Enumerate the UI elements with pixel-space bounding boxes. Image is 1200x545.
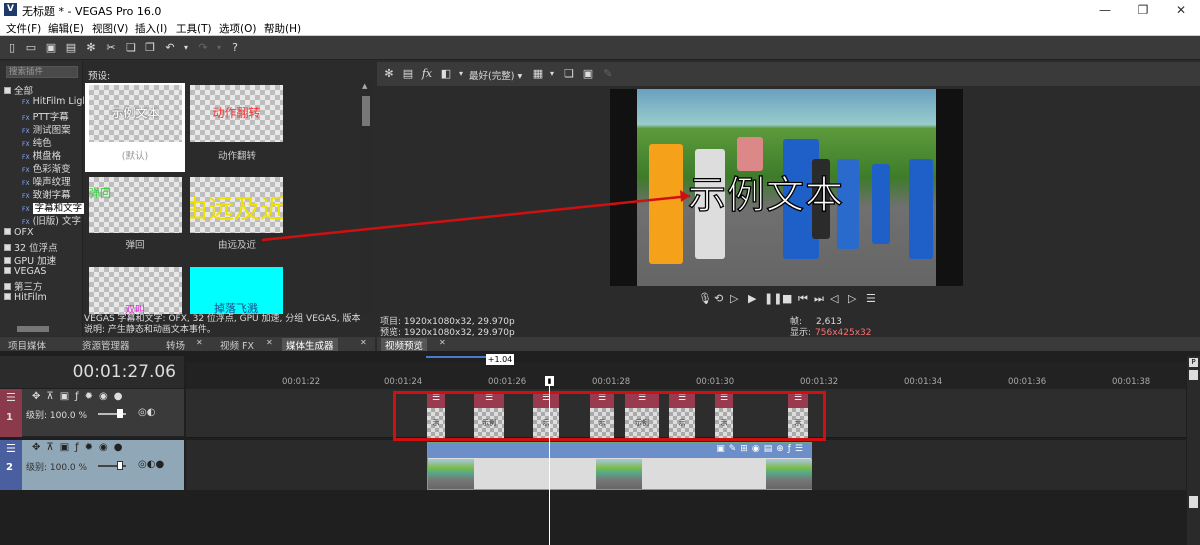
ruler-label: 00:01:24 [384, 377, 423, 387]
playback-rate[interactable]: +1.04 [486, 354, 514, 365]
preview-dock-tabs: 视频预览 ✕ [377, 337, 1200, 352]
track-scroll-button[interactable]: P [1189, 358, 1198, 367]
loop-region-bar[interactable] [426, 356, 486, 358]
ruler-label: 00:01:26 [488, 377, 527, 387]
scroll-top-button[interactable] [1189, 370, 1198, 380]
video-event-clip[interactable]: ▣✎⊞◉▤⊕ƒ☰ [427, 442, 812, 490]
frame-label: 帧: [790, 317, 803, 327]
track-2-level-thumb[interactable] [117, 461, 123, 470]
ruler-label: 00:01:36 [1008, 377, 1047, 387]
transport-controls: 🎙 ⟲ ▷ ▶ ❚❚ ■ ⏮ ⏭ ◁ ▷ ☰ [690, 292, 890, 308]
track-1-level-thumb[interactable] [117, 409, 123, 418]
track-number-2: 2 [6, 462, 13, 473]
track-menu-icon[interactable]: ☰ [6, 442, 16, 455]
playhead-cursor[interactable] [549, 377, 550, 545]
ruler-label: 00:01:28 [592, 377, 631, 387]
stop-icon[interactable]: ■ [782, 292, 792, 305]
transport-menu-icon[interactable]: ☰ [866, 292, 876, 305]
project-format: 项目: 1920x1080x32, 29.970p [380, 317, 515, 327]
track-1-tool-icons[interactable]: ✥⊼▣ƒ✹◉● [32, 391, 129, 402]
loop-icon[interactable]: ⟲ [714, 292, 723, 305]
ruler-label: 00:01:22 [282, 377, 321, 387]
prev-frame-icon[interactable]: ◁ [830, 292, 838, 305]
track-1-composite-icons[interactable]: ◎◐ [138, 407, 155, 418]
track-2-composite-icons[interactable]: ◎◐● [138, 459, 164, 470]
track-2-tool-icons[interactable]: ✥⊼▣ƒ✹◉● [32, 442, 129, 453]
ruler-label: 00:01:32 [800, 377, 839, 387]
track-2-level: 级别: 100.0 % [26, 463, 88, 473]
play-from-start-icon[interactable]: ▷ [730, 292, 738, 305]
frame-value: 2,613 [816, 317, 842, 327]
ruler-label: 00:01:30 [696, 377, 735, 387]
video-thumbnail [766, 459, 812, 489]
video-clip-header[interactable]: ▣✎⊞◉▤⊕ƒ☰ [428, 443, 811, 458]
scroll-thumb[interactable] [1189, 496, 1198, 508]
tab-video-preview[interactable]: 视频预览 [381, 338, 428, 352]
play-icon[interactable]: ▶ [748, 292, 756, 305]
ruler-label: 00:01:38 [1112, 377, 1151, 387]
go-to-end-icon[interactable]: ⏭ [814, 292, 824, 306]
tab-close-icon[interactable]: ✕ [439, 338, 446, 347]
highlight-box [393, 391, 826, 441]
vegas-window: V 无标题 * - VEGAS Pro 16.0 — ❐ ✕ 文件(F) 编辑(… [0, 0, 1200, 545]
next-frame-icon[interactable]: ▷ [848, 292, 856, 305]
clip-fx-icons[interactable]: ▣✎⊞◉▤⊕ƒ☰ [716, 444, 807, 454]
playhead-marker[interactable]: ▮ [545, 376, 554, 386]
pause-icon[interactable]: ❚❚ [764, 292, 782, 305]
frame-info: 帧: 2,613 显示: 756x425x32 [790, 317, 872, 339]
go-to-start-icon[interactable]: ⏮ [798, 292, 808, 306]
record-icon[interactable]: 🎙 [698, 292, 712, 305]
project-info: 项目: 1920x1080x32, 29.970p 预览: 1920x1080x… [380, 317, 515, 339]
video-thumbnail [596, 459, 642, 489]
track-1-level: 级别: 100.0 % [26, 411, 88, 421]
timecode-display: 00:01:27.06 [0, 356, 184, 388]
video-thumbnail [428, 459, 474, 489]
track-number-1: 1 [6, 412, 13, 423]
track-menu-icon[interactable]: ☰ [6, 391, 16, 404]
timeline-vertical-scrollbar[interactable]: P [1187, 356, 1200, 545]
ruler-label: 00:01:34 [904, 377, 943, 387]
